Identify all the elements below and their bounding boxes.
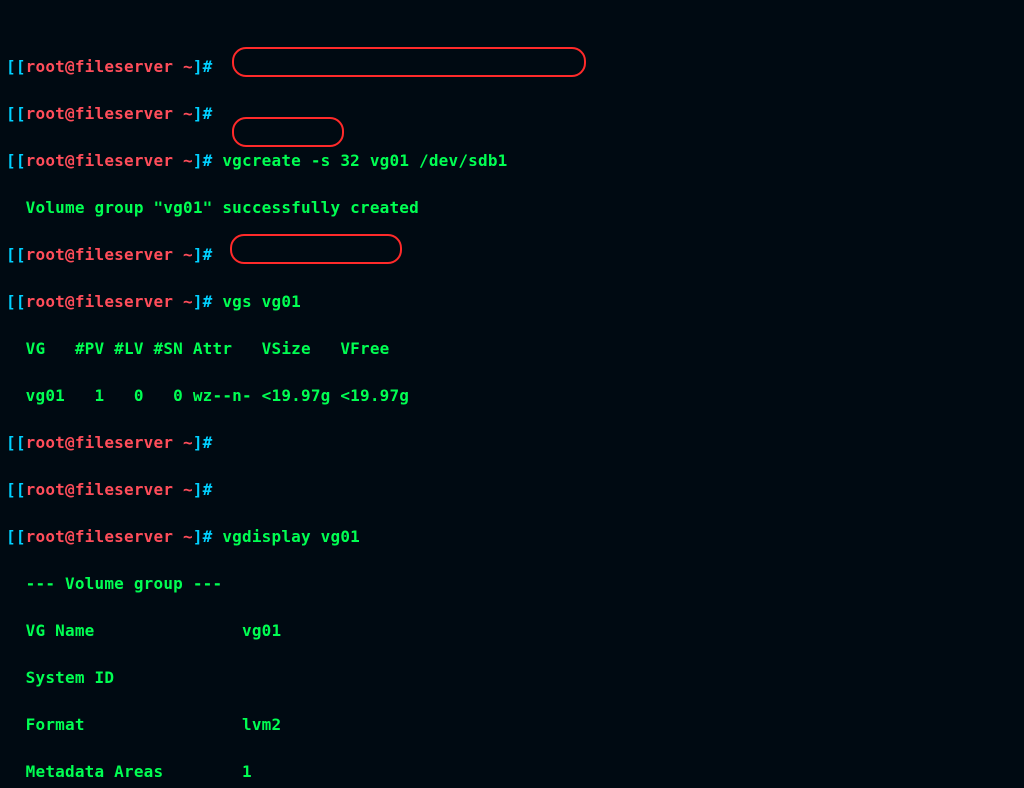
output-line: Format lvm2 [6, 713, 1018, 737]
bracket-open: [[ [6, 104, 26, 123]
prompt-line: [[root@fileserver ~]# [6, 102, 1018, 126]
command-vgcreate: vgcreate -s 32 vg01 /dev/sdb1 [213, 151, 508, 170]
prompt-line: [[root@fileserver ~]# [6, 243, 1018, 267]
output-line: VG #PV #LV #SN Attr VSize VFree [6, 337, 1018, 361]
bracket-open: [[ [6, 480, 26, 499]
bracket-close: ]# [193, 57, 213, 76]
bracket-open: [[ [6, 433, 26, 452]
prompt-line: [[root@fileserver ~]# vgdisplay vg01 [6, 525, 1018, 549]
terminal[interactable]: [[root@fileserver ~]# [[root@fileserver … [0, 0, 1024, 788]
output-line: Volume group "vg01" successfully created [6, 196, 1018, 220]
prompt: root@fileserver ~ [26, 292, 193, 311]
bracket-open: [[ [6, 245, 26, 264]
prompt-line: [[root@fileserver ~]# [6, 55, 1018, 79]
bracket-close: ]# [193, 480, 213, 499]
output-line: System ID [6, 666, 1018, 690]
prompt: root@fileserver ~ [26, 433, 193, 452]
prompt-line: [[root@fileserver ~]# [6, 478, 1018, 502]
command-vgdisplay: vgdisplay vg01 [213, 527, 361, 546]
bracket-close: ]# [193, 104, 213, 123]
prompt: root@fileserver ~ [26, 57, 193, 76]
bracket-close: ]# [193, 433, 213, 452]
prompt: root@fileserver ~ [26, 480, 193, 499]
bracket-open: [[ [6, 57, 26, 76]
output-line: VG Name vg01 [6, 619, 1018, 643]
bracket-open: [[ [6, 151, 26, 170]
prompt: root@fileserver ~ [26, 527, 193, 546]
prompt: root@fileserver ~ [26, 245, 193, 264]
prompt: root@fileserver ~ [26, 104, 193, 123]
bracket-close: ]# [193, 292, 213, 311]
prompt-line: [[root@fileserver ~]# [6, 431, 1018, 455]
bracket-close: ]# [193, 527, 213, 546]
bracket-open: [[ [6, 292, 26, 311]
bracket-close: ]# [193, 245, 213, 264]
output-line: vg01 1 0 0 wz--n- <19.97g <19.97g [6, 384, 1018, 408]
output-line: Metadata Areas 1 [6, 760, 1018, 784]
prompt-line: [[root@fileserver ~]# vgs vg01 [6, 290, 1018, 314]
prompt: root@fileserver ~ [26, 151, 193, 170]
bracket-open: [[ [6, 527, 26, 546]
bracket-close: ]# [193, 151, 213, 170]
command-vgs: vgs vg01 [213, 292, 302, 311]
prompt-line: [[root@fileserver ~]# vgcreate -s 32 vg0… [6, 149, 1018, 173]
output-line: --- Volume group --- [6, 572, 1018, 596]
